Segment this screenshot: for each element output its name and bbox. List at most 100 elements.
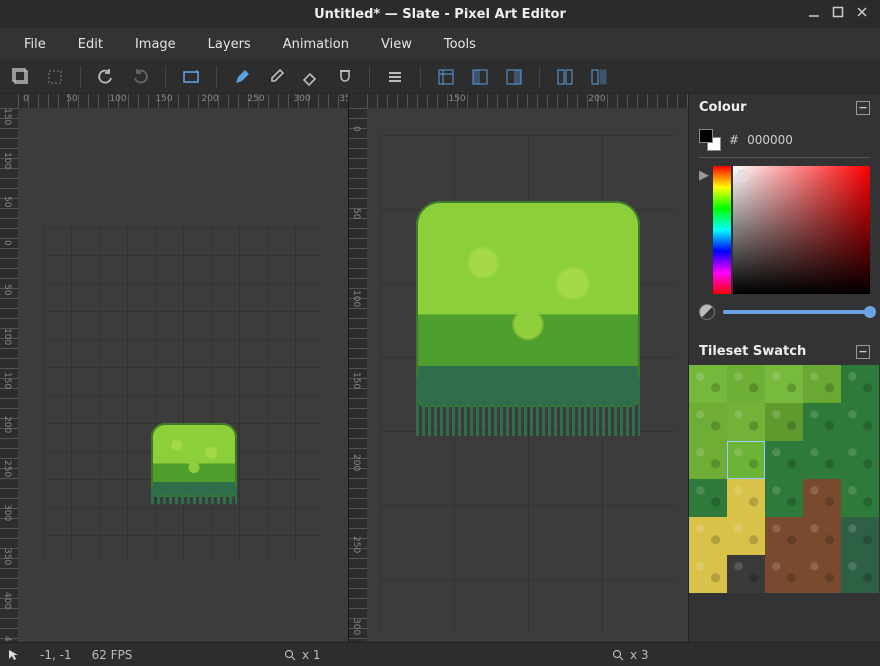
options-button[interactable] bbox=[380, 62, 410, 92]
split-b-button[interactable] bbox=[499, 62, 529, 92]
tileset-tile[interactable] bbox=[803, 479, 841, 517]
tileset-tile[interactable] bbox=[803, 441, 841, 479]
saturation-value-picker[interactable] bbox=[733, 166, 870, 294]
collapse-icon[interactable]: − bbox=[856, 345, 870, 359]
tileset-tile[interactable] bbox=[727, 479, 765, 517]
toolbar bbox=[0, 60, 880, 94]
tileset-tile[interactable] bbox=[803, 555, 841, 593]
tileset-tile[interactable] bbox=[841, 403, 879, 441]
close-button[interactable] bbox=[856, 6, 868, 22]
tileset-tile[interactable] bbox=[727, 555, 765, 593]
ruler-corner bbox=[0, 94, 18, 108]
menu-tools[interactable]: Tools bbox=[428, 31, 492, 58]
tileset-tile[interactable] bbox=[841, 441, 879, 479]
tileset-tile[interactable] bbox=[765, 365, 803, 403]
toolbar-separator bbox=[165, 66, 166, 88]
canvas-pane-right[interactable]: 150200 050100150200250300 bbox=[349, 94, 688, 642]
tileset-tile[interactable] bbox=[727, 365, 765, 403]
undo-icon bbox=[97, 68, 115, 86]
image-size-button[interactable] bbox=[40, 62, 70, 92]
tileset-tile[interactable] bbox=[803, 365, 841, 403]
collapse-icon[interactable]: − bbox=[856, 101, 870, 115]
tileset-tile[interactable] bbox=[765, 441, 803, 479]
colour-panel-header[interactable]: Colour − bbox=[689, 94, 880, 121]
tileset-tile[interactable] bbox=[765, 517, 803, 555]
tileset-tile[interactable] bbox=[765, 555, 803, 593]
hex-input[interactable]: 000000 bbox=[747, 133, 793, 147]
menu-animation[interactable]: Animation bbox=[267, 31, 365, 58]
tileset-grid[interactable] bbox=[689, 365, 880, 593]
undo-button[interactable] bbox=[91, 62, 121, 92]
tileset-tile[interactable] bbox=[689, 365, 727, 403]
menu-view[interactable]: View bbox=[365, 31, 428, 58]
tileset-tile[interactable] bbox=[803, 403, 841, 441]
menu-edit[interactable]: Edit bbox=[62, 31, 119, 58]
canvas-pane-left[interactable]: 050100150200250300350 150100500501001502… bbox=[0, 94, 348, 642]
viewport-left[interactable] bbox=[18, 108, 348, 642]
menu-file[interactable]: File bbox=[8, 31, 62, 58]
tileset-tile[interactable] bbox=[689, 403, 727, 441]
redo-button[interactable] bbox=[125, 62, 155, 92]
hue-slider[interactable] bbox=[713, 166, 731, 294]
tileset-tile[interactable] bbox=[841, 555, 879, 593]
alpha-icon bbox=[699, 304, 715, 320]
toolbar-separator bbox=[539, 66, 540, 88]
fill-tool-button[interactable] bbox=[329, 62, 359, 92]
tileset-tile[interactable] bbox=[803, 517, 841, 555]
tileset-tile[interactable] bbox=[841, 479, 879, 517]
tileset-tile[interactable] bbox=[841, 365, 879, 403]
canvas-size-icon bbox=[12, 68, 30, 86]
toolbar-separator bbox=[420, 66, 421, 88]
ruler-tick-label: 200 bbox=[201, 94, 218, 104]
tileset-tile[interactable] bbox=[689, 441, 727, 479]
tileset-tile[interactable] bbox=[727, 441, 765, 479]
ruler-tick-label: 50 bbox=[2, 196, 12, 207]
sv-cursor[interactable] bbox=[737, 170, 749, 182]
panes-a-button[interactable] bbox=[550, 62, 580, 92]
hex-prefix: # bbox=[729, 133, 739, 147]
ruler-tick-label: 100 bbox=[2, 328, 12, 345]
tileset-tile[interactable] bbox=[689, 555, 727, 593]
viewport-right[interactable] bbox=[367, 108, 688, 642]
pencil-tool-button[interactable] bbox=[227, 62, 257, 92]
guides-button[interactable] bbox=[431, 62, 461, 92]
lines-icon bbox=[386, 68, 404, 86]
canvas-left[interactable] bbox=[43, 227, 323, 563]
alpha-slider[interactable] bbox=[723, 310, 870, 314]
panes-b-button[interactable] bbox=[584, 62, 614, 92]
image-size-icon bbox=[46, 68, 64, 86]
ruler-vertical: 050100150200250300 bbox=[349, 108, 367, 642]
eraser-tool-button[interactable] bbox=[295, 62, 325, 92]
minimize-button[interactable] bbox=[808, 6, 820, 22]
maximize-button[interactable] bbox=[832, 6, 844, 22]
foreground-colour-swatch[interactable] bbox=[699, 129, 713, 143]
tileset-tile[interactable] bbox=[841, 517, 879, 555]
canvas-right[interactable] bbox=[380, 135, 676, 635]
tileset-tile[interactable] bbox=[689, 517, 727, 555]
tileset-tile[interactable] bbox=[727, 517, 765, 555]
menu-image[interactable]: Image bbox=[119, 31, 192, 58]
hue-cursor-icon: ▶ bbox=[699, 166, 711, 294]
rectangle-tool-button[interactable] bbox=[176, 62, 206, 92]
cursor-position: -1, -1 bbox=[40, 648, 72, 662]
tileset-tile[interactable] bbox=[765, 403, 803, 441]
fg-bg-swatch[interactable] bbox=[699, 129, 721, 151]
statusbar: -1, -1 62 FPS x 1 x 3 bbox=[0, 642, 880, 666]
split-a-button[interactable] bbox=[465, 62, 495, 92]
tileset-tile[interactable] bbox=[689, 479, 727, 517]
tileset-tile[interactable] bbox=[765, 479, 803, 517]
ruler-vertical: 15010050050100150200250300350400450 bbox=[0, 108, 18, 642]
zoom-right: x 3 bbox=[612, 648, 649, 662]
eyedropper-tool-button[interactable] bbox=[261, 62, 291, 92]
alpha-thumb[interactable] bbox=[864, 306, 876, 318]
ruler-tick-label: 150 bbox=[351, 372, 361, 389]
ruler-tick-label: 50 bbox=[2, 284, 12, 295]
tileset-panel-header[interactable]: Tileset Swatch − bbox=[689, 338, 880, 365]
ruler-tick-label: 50 bbox=[66, 94, 77, 104]
canvas-size-button[interactable] bbox=[6, 62, 36, 92]
eraser-icon bbox=[301, 68, 319, 86]
menu-layers[interactable]: Layers bbox=[192, 31, 267, 58]
tileset-tile[interactable] bbox=[727, 403, 765, 441]
eyedropper-icon bbox=[267, 68, 285, 86]
rectangle-icon bbox=[182, 68, 200, 86]
